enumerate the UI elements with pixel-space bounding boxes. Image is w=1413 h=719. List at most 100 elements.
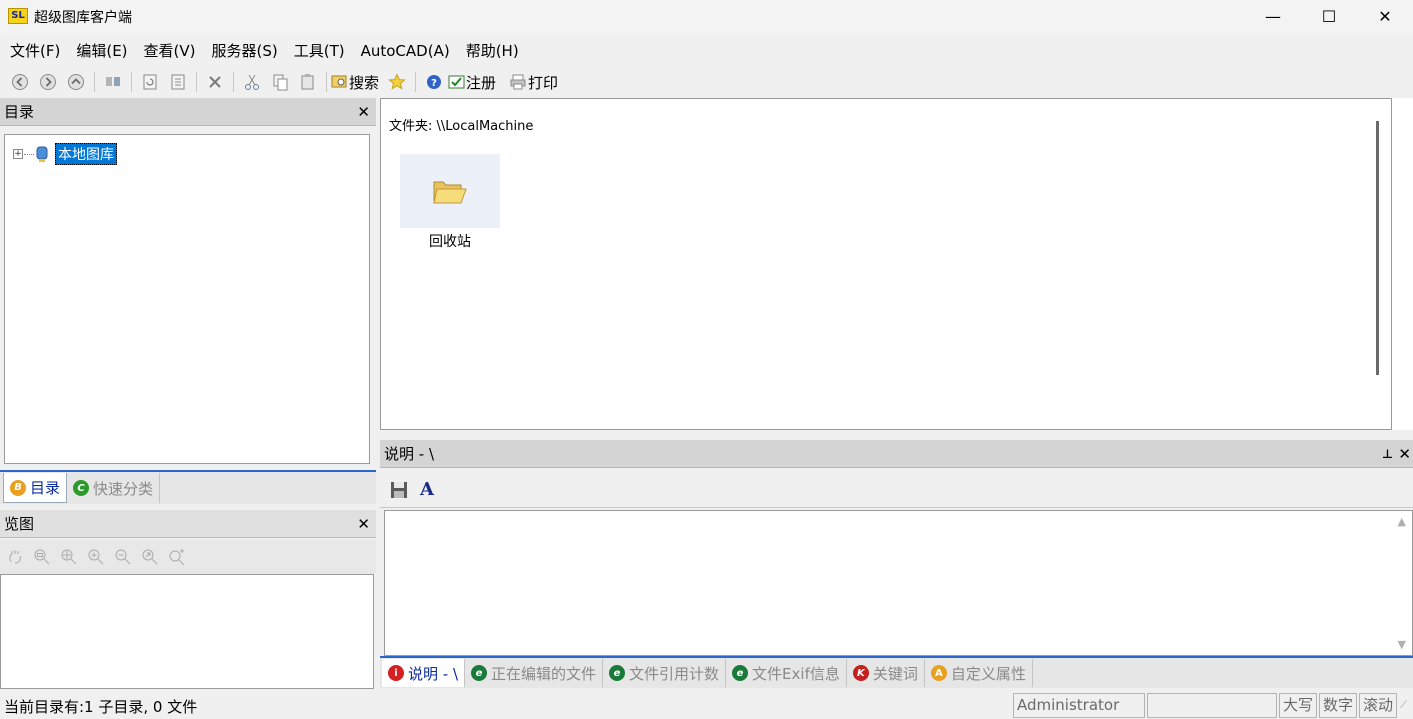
tab-quick-category[interactable]: C 快速分类 — [67, 473, 161, 503]
refresh-icon[interactable] — [139, 71, 161, 93]
favorites-star-icon[interactable] — [386, 71, 408, 93]
bottom-tab-strip: i 说明 - \ e 正在编辑的文件 e 文件引用计数 e 文件Exif信息 K… — [380, 656, 1413, 688]
print-button[interactable]: 打印 — [510, 72, 558, 93]
zoom-in-icon[interactable] — [87, 548, 105, 566]
description-panel: 说明 - \ ⊥ ✕ A ▲ ▼ — [380, 440, 1413, 656]
tree-expand-icon[interactable]: + — [13, 149, 23, 159]
overview-panel: 览图 ✕ — [0, 510, 376, 690]
tab-description[interactable]: i 说明 - \ — [382, 659, 466, 687]
menu-tools[interactable]: 工具(T) — [288, 36, 351, 66]
register-icon — [448, 75, 465, 89]
exif-icon: e — [732, 665, 749, 681]
tab-quick-category-label: 快速分类 — [93, 479, 154, 498]
scroll-up-icon[interactable]: ▲ — [1398, 515, 1406, 528]
scroll-down-icon[interactable]: ▼ — [1398, 638, 1406, 651]
view-thumbnails-icon[interactable] — [102, 71, 124, 93]
zoom-realtime-icon[interactable] — [168, 548, 186, 566]
menu-view[interactable]: 查看(V) — [138, 36, 202, 66]
database-icon — [36, 146, 48, 162]
keywords-icon: K — [852, 665, 869, 681]
right-edge-strip — [1392, 98, 1413, 430]
font-icon[interactable]: A — [420, 479, 434, 500]
properties-icon[interactable] — [167, 71, 189, 93]
status-user: Administrator — [1013, 693, 1145, 718]
pin-icon[interactable]: ⊥ — [1382, 447, 1393, 461]
folder-item-recycle-bin[interactable] — [400, 154, 500, 228]
tab-catalog[interactable]: B 目录 — [3, 473, 68, 503]
resize-grip-icon[interactable]: ⟋ — [1400, 700, 1410, 714]
zoom-previous-icon[interactable] — [141, 548, 159, 566]
toolbar-separator — [233, 72, 234, 92]
search-icon — [331, 75, 347, 88]
menu-autocad[interactable]: AutoCAD(A) — [355, 36, 456, 66]
paste-icon[interactable] — [297, 71, 319, 93]
folder-icon — [433, 181, 467, 204]
app-logo: SL — [8, 8, 28, 24]
svg-text:?: ? — [431, 78, 437, 89]
status-caps-lock: 大写 — [1279, 693, 1317, 718]
window-title: 超级图库客户端 — [34, 10, 132, 26]
tab-exif-info[interactable]: e 文件Exif信息 — [726, 659, 847, 687]
description-panel-close-button[interactable]: ✕ — [1398, 445, 1411, 463]
toolbar-separator — [94, 72, 95, 92]
tab-keywords[interactable]: K 关键词 — [847, 659, 925, 687]
overview-panel-close-button[interactable]: ✕ — [357, 515, 370, 533]
info-icon: i — [388, 665, 404, 681]
cut-icon[interactable] — [241, 71, 263, 93]
save-icon[interactable] — [390, 481, 408, 499]
zoom-out-icon[interactable] — [114, 548, 132, 566]
tab-editing-files[interactable]: e 正在编辑的文件 — [465, 659, 604, 687]
register-button[interactable]: 注册 — [448, 72, 496, 93]
zoom-extents-icon[interactable] — [60, 548, 78, 566]
left-tab-strip: B 目录 C 快速分类 — [0, 470, 376, 504]
tree-node-local-library[interactable]: + 本地图库 — [13, 143, 117, 165]
status-message: 当前目录有:1 子目录, 0 文件 — [4, 698, 198, 716]
toolbar-separator — [131, 72, 132, 92]
directory-panel-title: 目录 — [4, 103, 35, 121]
directory-panel-header: 目录 ✕ — [0, 98, 376, 126]
forward-icon[interactable] — [37, 71, 59, 93]
delete-icon[interactable] — [204, 71, 226, 93]
overview-panel-title: 览图 — [4, 515, 35, 533]
minimize-button[interactable]: — — [1244, 0, 1302, 34]
pan-hand-icon[interactable] — [6, 548, 24, 566]
toolbar-separator — [415, 72, 417, 92]
directory-tree[interactable]: + 本地图库 — [4, 134, 370, 464]
status-scroll-lock: 滚动 — [1359, 693, 1397, 718]
overview-canvas[interactable] — [0, 574, 374, 689]
attributes-icon: A — [930, 665, 947, 681]
file-browser-scrollbar[interactable] — [1376, 121, 1379, 375]
description-text-area[interactable]: ▲ ▼ — [384, 510, 1413, 656]
file-browser: 文件夹: \\LocalMachine 回收站 — [380, 98, 1392, 430]
search-button[interactable]: 搜索 — [331, 72, 379, 93]
tab-custom-attributes-label: 自定义属性 — [950, 664, 1026, 683]
tab-custom-attributes[interactable]: A 自定义属性 — [925, 659, 1033, 687]
copy-icon[interactable] — [269, 71, 291, 93]
title-bar: SL 超级图库客户端 — ☐ ✕ — [0, 0, 1413, 34]
menu-file[interactable]: 文件(F) — [4, 36, 66, 66]
up-icon[interactable] — [65, 71, 87, 93]
menu-bar: 文件(F) 编辑(E) 查看(V) 服务器(S) 工具(T) AutoCAD(A… — [0, 36, 1413, 66]
close-button[interactable]: ✕ — [1356, 0, 1413, 34]
quick-category-tab-icon: C — [73, 480, 90, 496]
tree-label-local-library[interactable]: 本地图库 — [55, 143, 117, 165]
toolbar-separator — [196, 72, 197, 92]
maximize-button[interactable]: ☐ — [1300, 0, 1358, 34]
toolbar-separator — [326, 72, 327, 92]
overview-toolbar — [0, 540, 376, 574]
menu-edit[interactable]: 编辑(E) — [70, 36, 133, 66]
directory-panel-close-button[interactable]: ✕ — [357, 103, 370, 121]
back-icon[interactable] — [9, 71, 31, 93]
tab-catalog-label: 目录 — [30, 479, 61, 497]
zoom-window-icon[interactable] — [33, 548, 51, 566]
folder-item-label[interactable]: 回收站 — [400, 231, 500, 251]
tab-file-reference-count[interactable]: e 文件引用计数 — [603, 659, 727, 687]
search-label: 搜索 — [349, 73, 380, 92]
menu-help[interactable]: 帮助(H) — [460, 36, 525, 66]
tab-exif-info-label: 文件Exif信息 — [752, 664, 840, 683]
catalog-tab-icon: B — [10, 479, 26, 496]
help-icon[interactable]: ? — [423, 71, 445, 93]
tab-file-reference-count-label: 文件引用计数 — [629, 664, 720, 683]
menu-server[interactable]: 服务器(S) — [206, 36, 284, 66]
folder-path: 文件夹: \\LocalMachine — [389, 119, 534, 134]
